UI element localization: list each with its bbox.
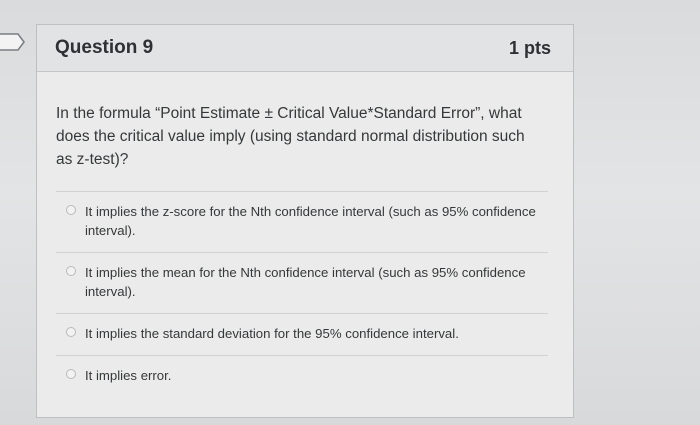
question-text: In the formula “Point Estimate ± Critica… (56, 105, 525, 168)
radio-button[interactable] (66, 369, 76, 379)
answer-option[interactable]: It implies the z-score for the Nth confi… (56, 191, 548, 252)
answer-label: It implies the z-score for the Nth confi… (85, 204, 536, 238)
question-points: 1 pts (508, 37, 551, 58)
answer-option[interactable]: It implies the standard deviation for th… (56, 313, 548, 355)
answer-label: It implies error. (85, 368, 172, 383)
question-title: Question 9 (55, 37, 154, 58)
answer-option[interactable]: It implies the mean for the Nth confiden… (56, 252, 548, 313)
bookmark-icon[interactable] (0, 33, 26, 51)
question-card: Question 9 1 pts In the formula “Point E… (36, 24, 574, 418)
radio-button[interactable] (66, 205, 76, 215)
answer-option[interactable]: It implies error. (56, 355, 548, 397)
answer-label: It implies the standard deviation for th… (85, 326, 459, 341)
question-header: Question 9 1 pts (37, 25, 573, 72)
radio-button[interactable] (66, 266, 76, 276)
radio-button[interactable] (66, 327, 76, 337)
quiz-page: Question 9 1 pts In the formula “Point E… (0, 0, 700, 425)
answer-list: It implies the z-score for the Nth confi… (56, 191, 548, 397)
answer-label: It implies the mean for the Nth confiden… (85, 265, 526, 299)
